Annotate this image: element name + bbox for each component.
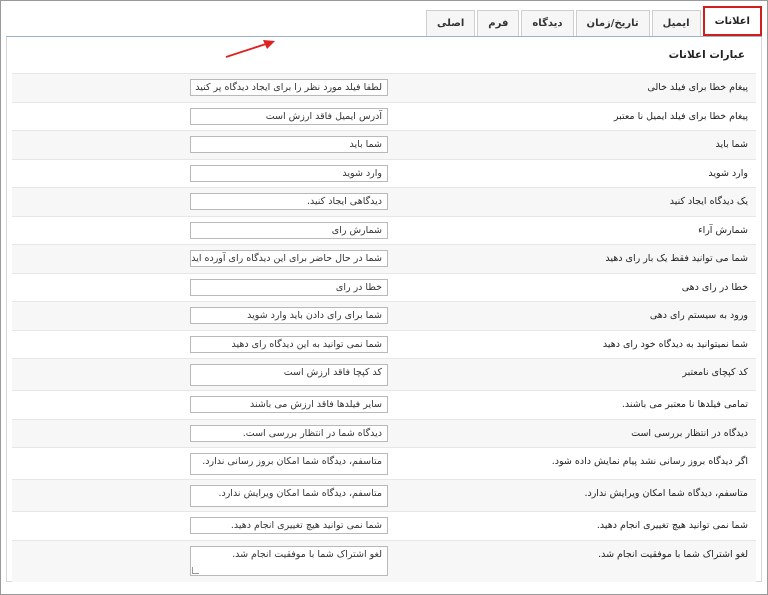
- setting-input[interactable]: شمارش رای: [190, 221, 388, 239]
- setting-input[interactable]: شما برای رای دادن باید وارد شوید: [190, 307, 388, 324]
- tab-email[interactable]: ایمیل: [651, 10, 701, 36]
- setting-textarea[interactable]: لغو اشتراک شما با موفقیت انجام شد.: [190, 545, 388, 576]
- setting-label: پیغام خطا برای فیلد ایمیل نا معتبر: [613, 110, 748, 122]
- setting-row: شما باید شما باید: [12, 130, 756, 159]
- setting-label: ورود به سیستم رای دهی: [649, 310, 748, 321]
- setting-label: شما نمیتوانید به دیدگاه خود رای دهید: [602, 338, 748, 350]
- setting-row: ورود به سیستم رای دهی شما برای رای دادن …: [12, 301, 756, 330]
- setting-row: شمارش آراء شمارش رای: [12, 215, 756, 245]
- notifications-panel: عبارات اعلانات پیغام خطا برای فیلد خالی …: [6, 37, 762, 582]
- setting-label: کد کپچای نامعتبر: [682, 367, 748, 378]
- setting-input[interactable]: آدرس ایمیل فاقد ارزش است: [190, 107, 388, 125]
- setting-textarea-value: لغو اشتراک شما با موفقیت انجام شد.: [232, 548, 382, 560]
- setting-input[interactable]: لطفا فیلد مورد نظر را برای ایجاد دیدگاه …: [190, 79, 388, 96]
- setting-label: لغو اشتراک شما با موفقیت انجام شد.: [598, 548, 748, 560]
- setting-input[interactable]: دیدگاه شما در انتظار بررسی است.: [190, 424, 388, 442]
- setting-label: شما نمی توانید هیچ تغییری انجام دهید.: [596, 520, 748, 531]
- resize-handle-icon[interactable]: [192, 566, 199, 574]
- tab-main[interactable]: اصلی: [426, 10, 476, 36]
- tab-comments[interactable]: دیدگاه: [521, 10, 574, 36]
- tab-bar: اعلانات ایمیل تاریخ/زمان دیدگاه فرم اصلی: [6, 6, 762, 37]
- setting-label: تمامی فیلدها نا معتبر می باشند.: [621, 399, 748, 410]
- setting-row: دیدگاه در انتظار بررسی است دیدگاه شما در…: [12, 418, 756, 447]
- setting-row: اگر دیدگاه بروز رسانی نشد پیام نمایش داد…: [12, 447, 756, 479]
- settings-list: پیغام خطا برای فیلد خالی لطفا فیلد مورد …: [12, 73, 756, 582]
- setting-input[interactable]: وارد شوید: [190, 164, 388, 182]
- setting-row: متاسفم، دیدگاه شما امکان ویرایش ندارد. م…: [12, 479, 756, 511]
- setting-textarea[interactable]: کد کپچا فاقد ارزش است: [190, 364, 388, 386]
- setting-row: کد کپچای نامعتبر کد کپچا فاقد ارزش است: [12, 358, 756, 390]
- setting-label: اگر دیدگاه بروز رسانی نشد پیام نمایش داد…: [551, 456, 748, 467]
- setting-row: پیغام خطا برای فیلد خالی لطفا فیلد مورد …: [12, 73, 756, 102]
- setting-label: یک دیدگاه ایجاد کنید: [669, 196, 748, 207]
- setting-input[interactable]: دیدگاهی ایجاد کنید.: [190, 193, 388, 210]
- settings-window: اعلانات ایمیل تاریخ/زمان دیدگاه فرم اصلی…: [0, 0, 768, 595]
- tab-date-time[interactable]: تاریخ/زمان: [575, 10, 650, 36]
- setting-input[interactable]: شما نمی توانید هیچ تغییری انجام دهید.: [190, 517, 388, 534]
- setting-input[interactable]: سایر فیلدها فاقد ارزش می باشند: [190, 396, 388, 413]
- setting-textarea[interactable]: متاسفم، دیدگاه شما امکان ویرایش ندارد.: [190, 485, 388, 507]
- setting-input[interactable]: خطا در رای: [190, 278, 388, 296]
- setting-label: پیغام خطا برای فیلد خالی: [647, 82, 748, 93]
- setting-label: شما می توانید فقط یک بار رای دهید: [605, 253, 748, 264]
- section-title: عبارات اعلانات: [668, 49, 745, 61]
- setting-input[interactable]: شما در حال حاضر برای این دیدگاه رای آورد…: [190, 250, 388, 267]
- setting-row: یک دیدگاه ایجاد کنید دیدگاهی ایجاد کنید.: [12, 187, 756, 216]
- tab-form[interactable]: فرم: [477, 10, 520, 36]
- setting-label: شمارش آراء: [698, 224, 748, 236]
- tab-notifications[interactable]: اعلانات: [702, 6, 762, 36]
- setting-label: متاسفم، دیدگاه شما امکان ویرایش ندارد.: [584, 488, 748, 499]
- setting-row: تمامی فیلدها نا معتبر می باشند. سایر فیل…: [12, 390, 756, 419]
- setting-row: شما نمی توانید هیچ تغییری انجام دهید. شم…: [12, 511, 756, 540]
- setting-row: وارد شوید وارد شوید: [12, 158, 756, 188]
- setting-row: لغو اشتراک شما با موفقیت انجام شد. لغو ا…: [12, 539, 756, 582]
- setting-label: وارد شوید: [708, 167, 748, 179]
- setting-row: خطا در رای دهی خطا در رای: [12, 272, 756, 302]
- setting-textarea[interactable]: متاسفم، دیدگاه شما امکان بروز رسانی ندار…: [190, 453, 388, 475]
- setting-row: شما می توانید فقط یک بار رای دهید شما در…: [12, 244, 756, 273]
- setting-label: خطا در رای دهی: [681, 281, 748, 293]
- setting-input[interactable]: شما باید: [190, 136, 388, 153]
- setting-row: پیغام خطا برای فیلد ایمیل نا معتبر آدرس …: [12, 101, 756, 131]
- setting-input[interactable]: شما نمی توانید به این دیدگاه رای دهید: [190, 335, 388, 353]
- setting-label: دیدگاه در انتظار بررسی است: [631, 427, 748, 439]
- setting-label: شما باید: [715, 139, 748, 150]
- setting-row: شما نمیتوانید به دیدگاه خود رای دهید شما…: [12, 329, 756, 359]
